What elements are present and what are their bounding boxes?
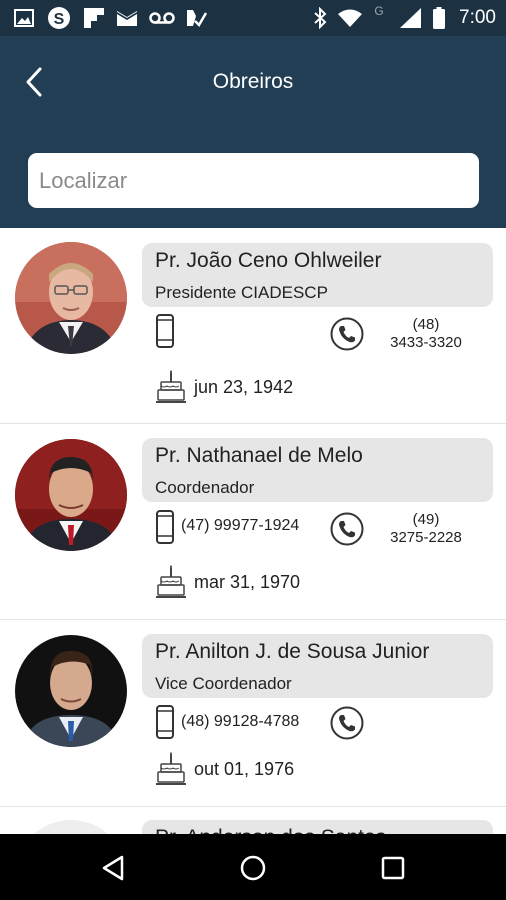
app-bar: Obreiros: [0, 36, 506, 228]
mobile-number[interactable]: (48) 99128-4788: [181, 713, 299, 731]
avatar: [15, 439, 127, 551]
phone-call-icon[interactable]: [330, 317, 364, 351]
mobile-number[interactable]: (47) 99977-1924: [181, 517, 299, 535]
contact-card[interactable]: Pr. Anilton J. de Sousa Junior Vice Coor…: [0, 621, 506, 807]
phone-call-icon[interactable]: [330, 706, 364, 740]
landline-area: (48): [412, 316, 440, 333]
status-time: 7:00: [459, 7, 496, 28]
nav-recents-button[interactable]: [371, 846, 415, 890]
contact-role: Coordenador: [155, 478, 255, 497]
nav-recents-icon: [381, 856, 405, 880]
contact-role: Vice Coordenador: [155, 674, 292, 693]
mobile-phone-icon[interactable]: [154, 314, 176, 348]
contact-list[interactable]: Pr. João Ceno Ohlweiler Presidente CIADE…: [0, 228, 506, 834]
landline-area: (49): [412, 511, 440, 528]
contact-card[interactable]: Pr. Nathanael de Melo Coordenador (47) 9…: [0, 425, 506, 620]
contact-name: Pr. Anderson dos Santos: [155, 826, 386, 834]
birthday-date: mar 31, 1970: [194, 572, 301, 592]
bluetooth-icon: [310, 7, 330, 29]
phone-call-icon[interactable]: [330, 512, 364, 546]
voicemail-icon: [148, 8, 176, 28]
wifi-icon: [336, 8, 364, 28]
contact-name: Pr. João Ceno Ohlweiler: [155, 249, 382, 272]
nav-back-icon: [102, 855, 124, 881]
landline-number[interactable]: (49) 3275-2228: [378, 511, 474, 547]
contact-card[interactable]: Pr. Anderson dos Santos: [0, 808, 506, 834]
skype-icon: S: [46, 7, 72, 29]
name-box: Pr. Anderson dos Santos: [142, 820, 493, 834]
name-box: Pr. Anilton J. de Sousa Junior Vice Coor…: [142, 634, 493, 698]
avatar: [15, 820, 127, 834]
mobile-phone-icon[interactable]: [154, 705, 176, 739]
contact-card[interactable]: Pr. João Ceno Ohlweiler Presidente CIADE…: [0, 228, 506, 424]
name-box: Pr. Nathanael de Melo Coordenador: [142, 438, 493, 502]
mail-icon: [114, 8, 140, 28]
network-type-label: G: [374, 4, 384, 18]
contact-name: Pr. Anilton J. de Sousa Junior: [155, 640, 430, 663]
search-input[interactable]: [28, 153, 479, 208]
mobile-phone-icon[interactable]: [154, 510, 176, 544]
landline-digits: 3275-2228: [390, 529, 462, 546]
avatar: [15, 635, 127, 747]
landline-digits: 3433-3320: [390, 334, 462, 351]
status-bar: S G 7:00: [0, 0, 506, 36]
svg-text:S: S: [54, 11, 65, 28]
landline-number[interactable]: (48) 3433-3320: [378, 316, 474, 352]
name-box: Pr. João Ceno Ohlweiler Presidente CIADE…: [142, 243, 493, 307]
avatar: [15, 242, 127, 354]
page-title: Obreiros: [212, 70, 294, 93]
system-nav-bar: [0, 834, 506, 900]
birthday-cake-icon: [155, 565, 187, 599]
nav-home-button[interactable]: [231, 846, 275, 890]
birthday-date: out 01, 1976: [194, 759, 295, 779]
tasks-icon: [184, 8, 208, 28]
signal-icon: [398, 8, 424, 28]
contact-role: Presidente CIADESCP: [155, 283, 328, 302]
battery-icon: [432, 7, 446, 29]
birthday-cake-icon: [155, 370, 187, 404]
birthday-date: jun 23, 1942: [194, 377, 294, 397]
nav-back-button[interactable]: [91, 846, 135, 890]
contact-name: Pr. Nathanael de Melo: [155, 444, 363, 467]
flipboard-icon: [82, 8, 106, 28]
birthday-cake-icon: [155, 752, 187, 786]
image-icon: [12, 8, 36, 28]
nav-home-icon: [240, 855, 266, 881]
